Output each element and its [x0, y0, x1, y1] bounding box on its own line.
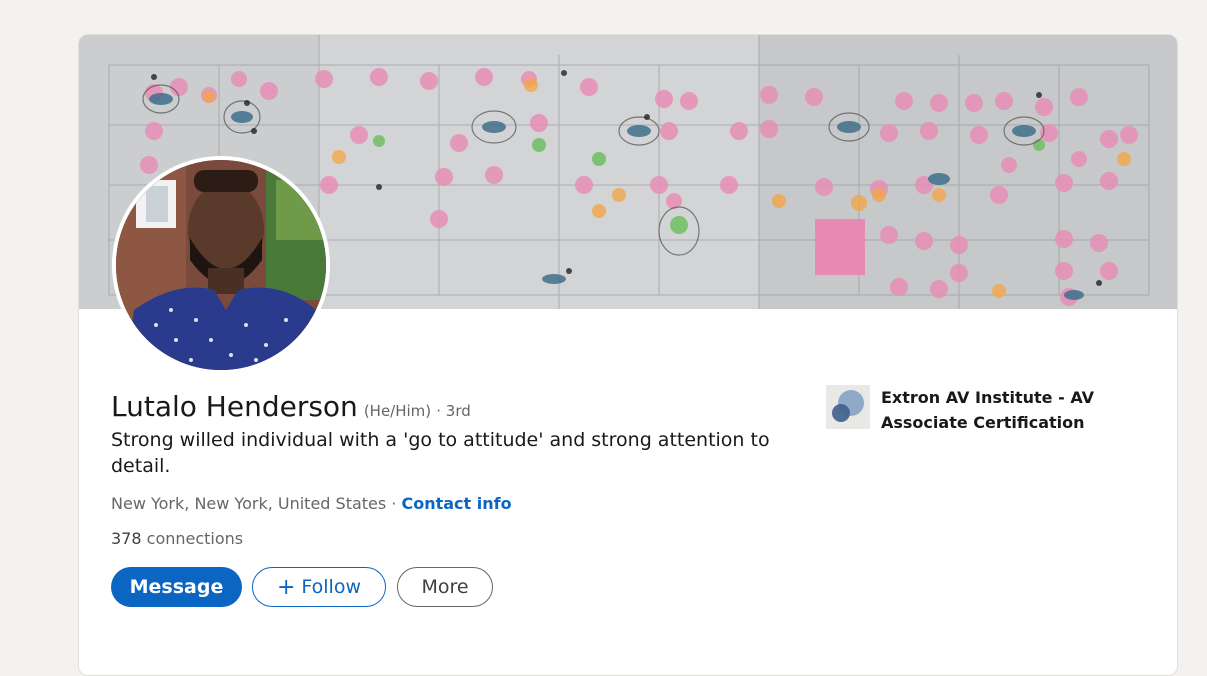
connection-degree: · 3rd [436, 402, 471, 420]
location-row: New York, New York, United States · Cont… [111, 494, 512, 513]
name-row: Lutalo Henderson (He/Him) · 3rd [111, 390, 471, 423]
profile-avatar[interactable] [112, 156, 330, 374]
message-button[interactable]: Message [111, 567, 242, 607]
education-link[interactable]: Extron AV Institute - AV Associate Certi… [826, 385, 1121, 435]
more-button[interactable]: More [397, 567, 493, 607]
profile-card: Lutalo Henderson (He/Him) · 3rd Strong wi… [78, 34, 1178, 676]
connections-label: connections [146, 529, 244, 548]
profile-location: New York, New York, United States · [111, 494, 397, 513]
connections-summary[interactable]: 378 connections [111, 529, 243, 548]
overlapping-circles-icon [826, 385, 870, 429]
education-name: Extron AV Institute - AV Associate Certi… [881, 388, 1094, 432]
profile-photo [116, 160, 326, 370]
more-button-label: More [421, 576, 469, 598]
connections-count: 378 [111, 529, 142, 548]
pronouns: (He/Him) [363, 402, 432, 420]
profile-name: Lutalo Henderson [111, 390, 358, 423]
contact-info-link[interactable]: Contact info [401, 494, 511, 513]
profile-headline: Strong willed individual with a 'go to a… [111, 429, 770, 477]
follow-button-label: Follow [301, 576, 362, 598]
follow-button[interactable]: + Follow [252, 567, 386, 607]
message-button-label: Message [129, 576, 224, 598]
plus-icon: + [276, 574, 296, 600]
